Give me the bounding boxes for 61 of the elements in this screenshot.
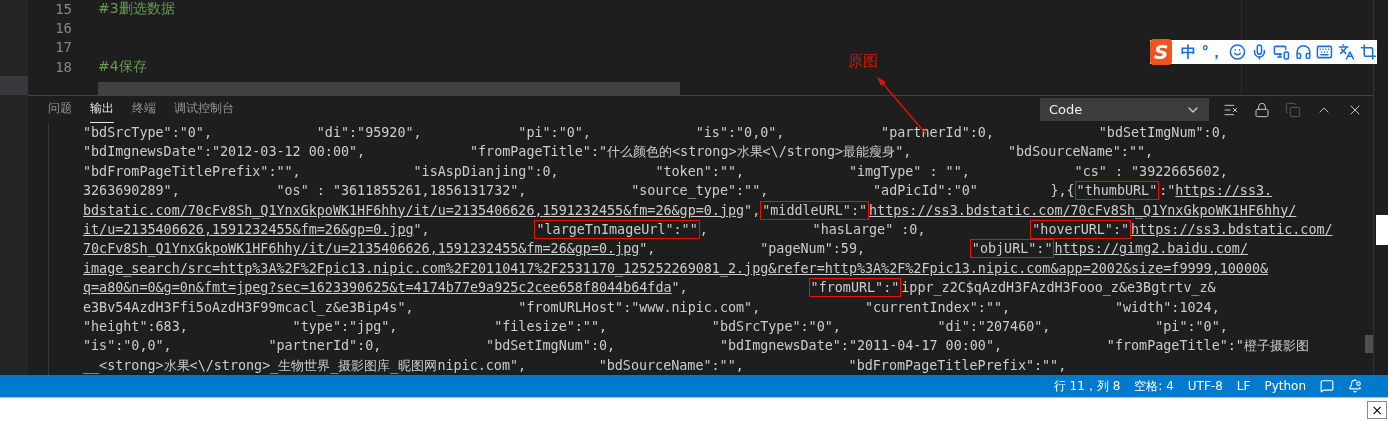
keyboard-icon[interactable] — [1316, 43, 1334, 61]
annotation-frame: "thumbURL" — [1074, 181, 1160, 201]
url-link[interactable]: q=a80&n=0&g=0n&fmt=jpeg?sec=1623390625&t=4174b77e9a925c2cee658f8044b64fda — [83, 280, 672, 296]
ime-logo[interactable]: S — [1150, 39, 1173, 65]
line-number: 15 — [54, 0, 72, 17]
code-comment: #4保存 — [98, 57, 147, 76]
url-link[interactable]: 70cFv8Sh_Q1YnxGkpoWK1HF6hhy/it/u=2135406626,1591232455&fm=26&gp=0.jpg — [83, 241, 640, 257]
output-channel-dropdown[interactable]: Code — [1040, 98, 1209, 121]
annotation-frame: "hoverURL":" — [1030, 219, 1132, 239]
code-comment: #3删选数据 — [98, 0, 175, 18]
devices-icon[interactable] — [1272, 43, 1290, 61]
panel-tab[interactable]: 终端 — [132, 96, 156, 123]
line-number: 18 — [54, 58, 72, 75]
url-link[interactable]: https://ss3. — [1175, 183, 1273, 199]
url-link[interactable]: image_search/src=http%3A%2F%2Fpic13.nipic.com%2F20110417%2F2531170_125252269081_2.jpg&refer=http%3A%2F%2Fpic13.nipic.com&app=2002&size=f9999,10000& — [83, 260, 1269, 276]
annotation-label: 原图 — [848, 52, 878, 71]
output-line: "bdFromPageTitlePrefix":"", "isAspDianjing":0, "token":"", "imgType" : "", "cs" : "3922665602, — [83, 162, 1228, 181]
url-link[interactable]: https://gimg2.baidu.com/ — [1054, 241, 1248, 257]
output-line: it/u=2135406626,1591232455&fm=26&gp=0.jpg", "largeTnImageUrl":"", "hasLarge" :0, "hoverURL":"https://ss3.bdstatic.com/ — [83, 219, 1333, 240]
output-line: "height":683, "type":"jpg", "filesize":"", "bdSrcType":"0", "di":"207460", "pi":"0", — [83, 317, 1228, 336]
output-line: 70cFv8Sh_Q1YnxGkpoWK1HF6hhy/it/u=2135406626,1591232455&fm=26&gp=0.jpg", "pageNum":59, "objURL":"https://gimg2.baidu.com/ — [83, 239, 1248, 259]
close-button[interactable]: × — [1367, 400, 1387, 419]
output-line: __<strong>水果<\/strong>_生物世界_摄影图库_昵图网nipic.com", "bdSourceName":"", "bdFromPageTitlePrefix":"", — [83, 356, 1067, 375]
output-line: q=a80&n=0&g=0n&fmt=jpeg?sec=1623390625&t=4174b77e9a925c2cee658f8044b64fda", "fromURL":"ippr_z2C$qAzdH3FAzdH3Fooo_z&e3Bgtrtv_z& — [83, 278, 1216, 298]
status-item[interactable]: LF — [1236, 379, 1251, 393]
status-item[interactable]: UTF-8 — [1187, 379, 1223, 393]
headphones-icon[interactable] — [1294, 43, 1312, 61]
output-line: "is":"0,0", "partnerId":0, "bdSetImgNum":0, "bdImgnewsDate":"2011-04-17 00:00", "fromPageTitle":"橙子摄影图 — [83, 337, 1309, 356]
url-link[interactable]: https://ss3.bdstatic.com/ — [1131, 221, 1333, 237]
status-item[interactable]: 空格: 4 — [1134, 377, 1174, 395]
smiley-icon[interactable] — [1229, 43, 1246, 61]
status-item[interactable]: Python — [1264, 379, 1306, 393]
panel-tab[interactable]: 问题 — [48, 96, 72, 123]
annotation-frame: "middleURL":" — [760, 200, 869, 220]
window-fragment — [1376, 215, 1388, 245]
activity-highlight — [0, 76, 28, 95]
scrollbar-thumb[interactable] — [1365, 335, 1373, 353]
lock-icon[interactable] — [1254, 101, 1270, 118]
scrollbar-thumb[interactable] — [98, 82, 680, 95]
output-line: "bdImgnewsDate":"2012-03-12 00:00", "fromPageTitle":"什么颜色的<strong>水果<\/strong>最能瘦身", "bdSourceName":"", — [83, 143, 1154, 162]
annotation-frame: "fromURL":" — [808, 278, 902, 298]
url-link[interactable]: it/u=2135406626,1591232455&fm=26&gp=0.jpg — [83, 221, 414, 237]
translate-icon[interactable] — [1338, 43, 1356, 61]
input-mode[interactable]: 中 — [1181, 42, 1197, 62]
url-link[interactable]: bdstatic.com/70cFv8Sh_Q1YnxGkpoWK1HF6hhy/it/u=2135406626,1591232455&fm=26&gp=0.jpg — [83, 202, 745, 218]
status-item[interactable]: 行 11，列 8 — [1053, 377, 1121, 395]
line-number: 17 — [54, 39, 72, 56]
output-line: "bdSrcType":"0", "di":"95920", "pi":"0", "is":"0,0", "partnerId":0, "bdSetImgNum":0, — [83, 124, 1228, 142]
panel-tab[interactable]: 输出 — [90, 96, 114, 123]
output-line: e3Bv54AzdH3Ffi5oAzdH3F99mcacl_z&e3Bip4s", "fromURLHost":"www.nipic.com", "currentIndex":"", "width":1024, — [83, 298, 1220, 317]
punctuation-mode[interactable]: °， — [1201, 42, 1224, 62]
bell-icon[interactable] — [1348, 379, 1362, 393]
speech-bubble-icon[interactable] — [1320, 379, 1334, 393]
crop-icon[interactable] — [1360, 43, 1377, 61]
annotation-frame: "objURL":" — [969, 239, 1055, 259]
url-link[interactable]: https://ss3.bdstatic.com/70cFv8Sh_Q1YnxGkpoWK1HF6hhy/ — [869, 202, 1297, 218]
line-number: 16 — [54, 19, 72, 36]
output-line: 3263690289", "os" : "3611855261,1856131732", "source_type":"", "adPicId":"0" },{"thumbURL":"https://ss3. — [83, 181, 1273, 201]
annotation-frame: "largeTnImageUrl":"" — [534, 219, 700, 239]
output-line: bdstatic.com/70cFv8Sh_Q1YnxGkpoWK1HF6hhy/it/u=2135406626,1591232455&fm=26&gp=0.jpg","middleURL":"https://ss3.bdstatic.com/70cFv8Sh_Q1YnxGkpoWK1HF6hhy/ — [83, 200, 1297, 220]
panel-tab[interactable]: 调试控制台 — [174, 96, 234, 123]
